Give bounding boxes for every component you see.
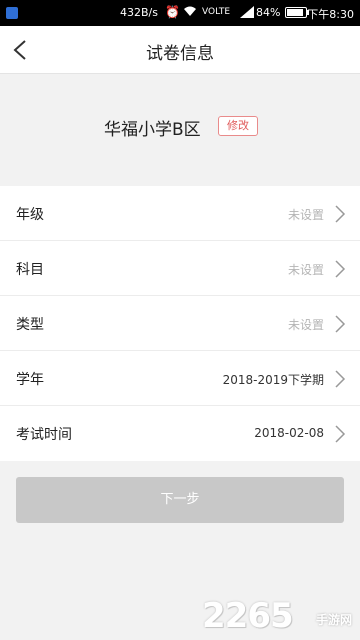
chevron-right-icon	[335, 370, 346, 388]
field-row-grade[interactable]: 年级 未设置	[0, 186, 360, 241]
field-value: 未设置	[287, 208, 324, 222]
field-label: 类型	[16, 317, 44, 333]
field-row-school-year[interactable]: 学年 2018-2019下学期	[0, 351, 360, 406]
next-step-button[interactable]: 下一步	[16, 477, 344, 523]
field-row-exam-date[interactable]: 考试时间 2018-02-08	[0, 406, 360, 461]
school-name: 华福小学B区	[104, 120, 201, 140]
field-value: 未设置	[287, 263, 324, 277]
alarm-icon: ⏰	[165, 5, 180, 19]
field-value: 未设置	[287, 318, 324, 332]
watermark-logo: 2265 手游网	[202, 596, 352, 636]
chevron-right-icon	[335, 425, 346, 443]
chevron-right-icon	[335, 205, 346, 223]
field-value: 2018-02-08	[254, 426, 324, 440]
watermark-site: 手游网	[315, 613, 352, 627]
chevron-right-icon	[335, 260, 346, 278]
network-speed: 432B/s	[120, 6, 158, 19]
field-row-type[interactable]: 类型 未设置	[0, 296, 360, 351]
exam-info-list: 年级 未设置 科目 未设置 类型 未设置 学年 2018-2019下学期 考试时…	[0, 186, 360, 461]
battery-icon	[285, 7, 307, 18]
field-label: 科目	[16, 262, 44, 278]
field-row-subject[interactable]: 科目 未设置	[0, 241, 360, 296]
volte-label: VOLTE	[202, 7, 231, 17]
wifi-icon	[183, 5, 197, 20]
chevron-right-icon	[335, 315, 346, 333]
field-label: 年级	[16, 207, 44, 223]
field-label: 考试时间	[16, 427, 72, 443]
header-bar: 试卷信息	[0, 26, 360, 74]
edit-school-button[interactable]: 修改	[218, 116, 258, 136]
clock: 下午8:30	[307, 8, 354, 21]
school-section: 华福小学B区 修改	[0, 74, 360, 186]
app-notification-icon	[6, 7, 18, 19]
field-value: 2018-2019下学期	[222, 373, 324, 387]
signal-icon	[240, 6, 254, 18]
watermark-number: 2265	[202, 596, 294, 636]
battery-percent: 84%	[256, 6, 281, 19]
page-title: 试卷信息	[146, 44, 214, 64]
field-label: 学年	[16, 372, 44, 388]
status-bar: 432B/s ⏰ VOLTE 84% 下午8:30	[0, 0, 360, 26]
